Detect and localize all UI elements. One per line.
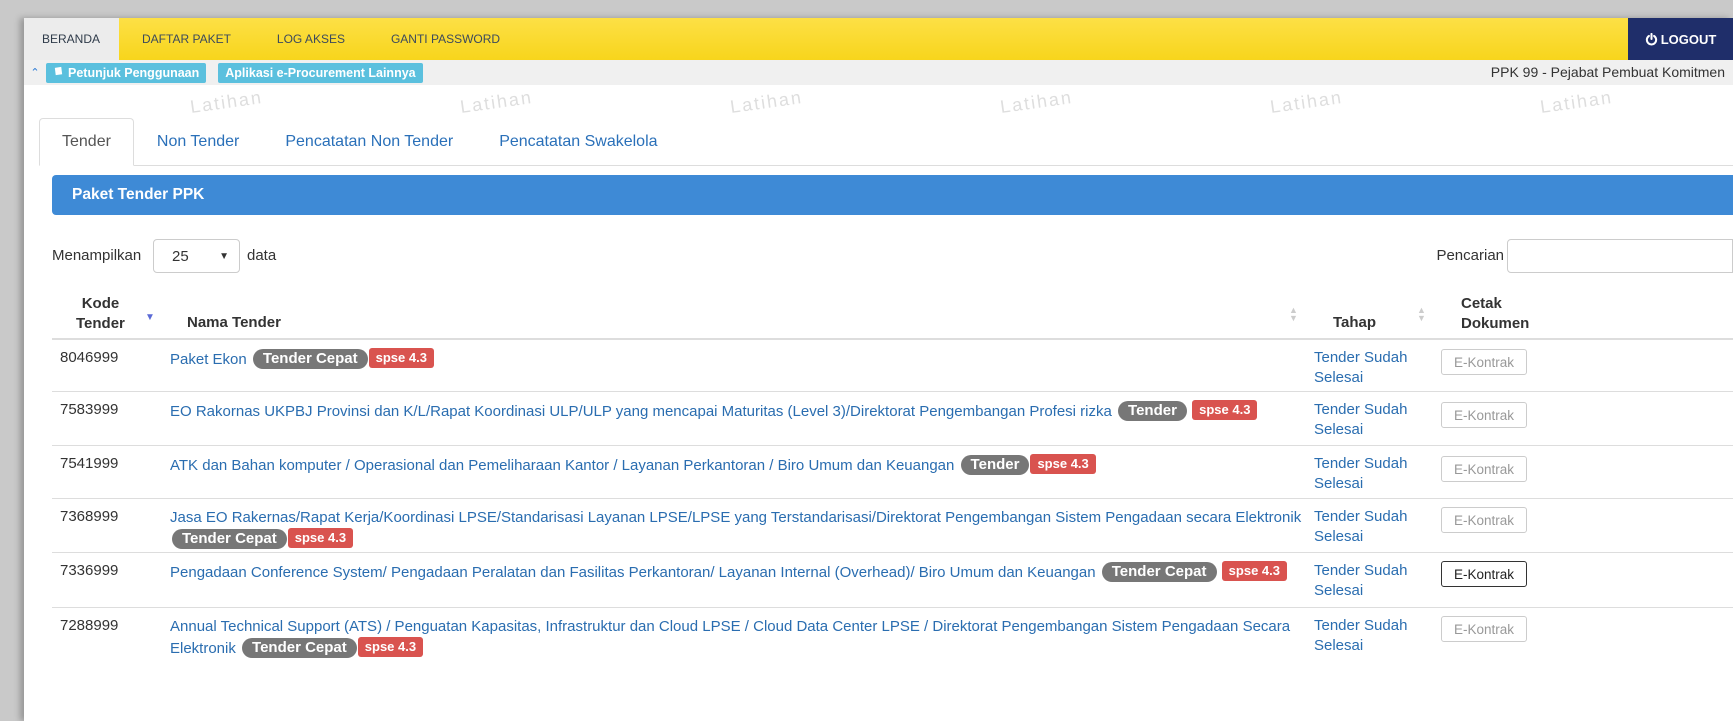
table-controls: Menampilkan 25 ▼ data Pencarian xyxy=(52,239,1733,273)
tab-non-tender[interactable]: Non Tender xyxy=(134,118,262,165)
table-row: 7336999 Pengadaan Conference System/ Pen… xyxy=(52,553,1733,608)
nav-ganti-password[interactable]: GANTI PASSWORD xyxy=(368,18,523,60)
tab-tender[interactable]: Tender xyxy=(39,118,134,166)
app-frame: BERANDA DAFTAR PAKET LOG AKSES GANTI PAS… xyxy=(24,18,1733,721)
tahap-link[interactable]: Tender Sudah Selesai xyxy=(1314,454,1434,494)
watermark-text: Latihan xyxy=(998,87,1075,117)
e-kontrak-button[interactable]: E-Kontrak xyxy=(1441,616,1527,642)
power-icon xyxy=(1645,32,1658,46)
help-button[interactable]: Petunjuk Penggunaan xyxy=(46,62,207,83)
kode-tender: 7583999 xyxy=(60,401,119,418)
kode-tender: 7541999 xyxy=(60,455,119,472)
caret-down-icon: ▼ xyxy=(219,251,229,262)
table-row: 7288999 Annual Technical Support (ATS) /… xyxy=(52,608,1733,662)
header-cetak: Cetak Dokumen xyxy=(1461,294,1529,334)
nama-tender: Annual Technical Support (ATS) / Penguat… xyxy=(170,616,1310,659)
sub-toolbar: ⌃ Petunjuk Penggunaan Aplikasi e-Procure… xyxy=(24,60,1733,85)
watermark-text: Latihan xyxy=(1268,87,1345,117)
tab-pencatatan-non-tender[interactable]: Pencatatan Non Tender xyxy=(262,118,476,165)
watermark-text: Latihan xyxy=(728,87,805,117)
nav-log-akses[interactable]: LOG AKSES xyxy=(254,18,368,60)
table-header: Kode Tender ▼ Nama Tender ▲ ▼ Tahap ▲ ▼ Ce… xyxy=(52,286,1733,340)
other-apps-label: Aplikasi e-Procurement Lainnya xyxy=(225,65,416,80)
tender-link[interactable]: Pengadaan Conference System/ Pengadaan P… xyxy=(170,564,1096,581)
version-badge: spse 4.3 xyxy=(368,348,434,368)
header-cetak-line2: Dokumen xyxy=(1461,315,1530,332)
tab-pencatatan-swakelola[interactable]: Pencatatan Swakelola xyxy=(476,118,680,165)
panel-heading: Paket Tender PPK xyxy=(52,175,1733,215)
tahap-link[interactable]: Tender Sudah Selesai xyxy=(1314,400,1434,440)
header-kode[interactable]: Kode Tender xyxy=(76,294,125,334)
e-kontrak-button[interactable]: E-Kontrak xyxy=(1441,561,1527,587)
sort-both-icon[interactable]: ▲ ▼ xyxy=(1417,306,1426,323)
version-badge: spse 4.3 xyxy=(1221,561,1287,581)
kode-tender: 7336999 xyxy=(60,562,119,579)
version-badge: spse 4.3 xyxy=(1030,454,1096,474)
page-length-select[interactable]: 25 ▼ xyxy=(153,239,240,273)
tender-type-badge: Tender xyxy=(1118,401,1187,421)
tahap-link[interactable]: Tender Sudah Selesai xyxy=(1314,561,1434,601)
header-nama[interactable]: Nama Tender xyxy=(187,314,281,331)
tender-type-badge: Tender Cepat xyxy=(1101,562,1217,582)
watermark-text: Latihan xyxy=(458,87,535,117)
nama-tender: EO Rakornas UKPBJ Provinsi dan K/L/Rapat… xyxy=(170,400,1310,422)
version-badge: spse 4.3 xyxy=(357,637,424,657)
watermark-text: Latihan xyxy=(1538,87,1615,117)
show-label: Menampilkan xyxy=(52,247,142,264)
e-kontrak-button[interactable]: E-Kontrak xyxy=(1441,402,1527,428)
logout-label: LOGOUT xyxy=(1660,31,1717,47)
tender-link[interactable]: Paket Ekon xyxy=(170,351,247,368)
nav-daftar-paket[interactable]: DAFTAR PAKET xyxy=(119,18,254,60)
nav-beranda[interactable]: BERANDA xyxy=(24,18,120,60)
search-input[interactable] xyxy=(1507,239,1733,273)
nama-tender: Jasa EO Rakernas/Rapat Kerja/Koordinasi … xyxy=(170,507,1310,550)
kode-tender: 7288999 xyxy=(60,617,119,634)
tahap-link[interactable]: Tender Sudah Selesai xyxy=(1314,616,1434,656)
e-kontrak-button[interactable]: E-Kontrak xyxy=(1441,456,1527,482)
e-kontrak-button[interactable]: E-Kontrak xyxy=(1441,349,1527,375)
page-length-value: 25 xyxy=(172,248,189,265)
user-role: PPK 99 - Pejabat Pembuat Komitmen xyxy=(1490,64,1725,80)
kode-tender: 7368999 xyxy=(60,508,119,525)
help-label: Petunjuk Penggunaan xyxy=(68,65,200,80)
nama-tender: ATK dan Bahan komputer / Operasional dan… xyxy=(170,454,1310,476)
data-label: data xyxy=(247,247,277,264)
tender-table: Kode Tender ▼ Nama Tender ▲ ▼ Tahap ▲ ▼ Ce… xyxy=(52,286,1733,662)
kode-tender: 8046999 xyxy=(60,349,119,366)
tahap-link[interactable]: Tender Sudah Selesai xyxy=(1314,507,1434,547)
logout-button[interactable]: LOGOUT xyxy=(1628,18,1733,60)
table-row: 7583999 EO Rakornas UKPBJ Provinsi dan K… xyxy=(52,392,1733,446)
other-apps-button[interactable]: Aplikasi e-Procurement Lainnya xyxy=(218,62,423,83)
e-kontrak-button[interactable]: E-Kontrak xyxy=(1441,507,1527,533)
nama-tender: Paket Ekon Tender Cepat spse 4.3 xyxy=(170,348,1310,370)
tender-type-badge: Tender Cepat xyxy=(172,529,287,549)
sort-desc-icon[interactable]: ▼ xyxy=(145,313,155,323)
tender-link[interactable]: Jasa EO Rakernas/Rapat Kerja/Koordinasi … xyxy=(170,509,1301,526)
collapse-up-icon[interactable]: ⌃ xyxy=(24,66,46,79)
tahap-link[interactable]: Tender Sudah Selesai xyxy=(1314,348,1434,388)
book-icon xyxy=(53,66,64,80)
table-row: 7368999 Jasa EO Rakernas/Rapat Kerja/Koo… xyxy=(52,499,1733,553)
header-kode-line2: Tender xyxy=(76,315,125,332)
header-tahap[interactable]: Tahap xyxy=(1333,314,1376,331)
table-row: 8046999 Paket Ekon Tender Cepat spse 4.3 … xyxy=(52,340,1733,392)
sort-both-icon[interactable]: ▲ ▼ xyxy=(1289,306,1298,323)
tender-type-badge: Tender Cepat xyxy=(242,638,357,658)
tender-type-badge: Tender xyxy=(960,455,1030,475)
table-row: 7541999 ATK dan Bahan komputer / Operasi… xyxy=(52,446,1733,499)
tender-type-badge: Tender Cepat xyxy=(252,349,368,369)
tab-bar: Tender Non Tender Pencatatan Non Tender … xyxy=(39,118,1733,166)
top-navbar: BERANDA DAFTAR PAKET LOG AKSES GANTI PAS… xyxy=(24,18,1733,60)
search-label: Pencarian xyxy=(1436,247,1504,264)
tender-link[interactable]: ATK dan Bahan komputer / Operasional dan… xyxy=(170,457,954,474)
watermark-text: Latihan xyxy=(188,87,265,117)
version-badge: spse 4.3 xyxy=(287,528,354,548)
header-cetak-line1: Cetak xyxy=(1461,295,1502,312)
nama-tender: Pengadaan Conference System/ Pengadaan P… xyxy=(170,561,1310,583)
header-kode-line1: Kode xyxy=(81,295,120,312)
version-badge: spse 4.3 xyxy=(1192,400,1258,420)
tender-link[interactable]: EO Rakornas UKPBJ Provinsi dan K/L/Rapat… xyxy=(170,403,1112,420)
